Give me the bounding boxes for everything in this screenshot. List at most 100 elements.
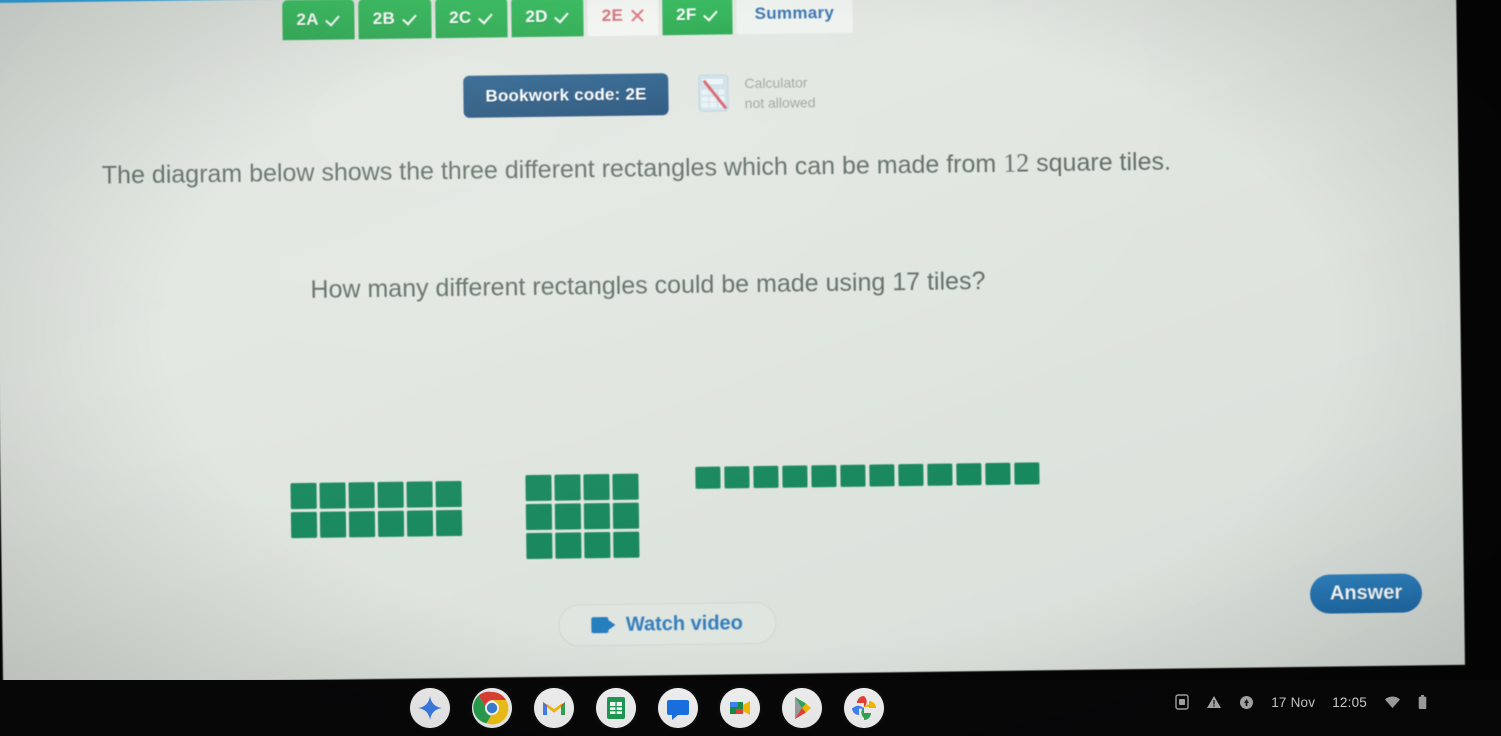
tab-2b[interactable]: 2B bbox=[358, 0, 432, 40]
warning-triangle-icon[interactable] bbox=[1206, 695, 1222, 709]
battery-icon[interactable] bbox=[1418, 694, 1427, 710]
question-line2-suffix: tiles? bbox=[926, 267, 986, 296]
bookwork-row: Bookwork code: 2E Calculator not allowed bbox=[463, 71, 816, 118]
tab-2a-label: 2A bbox=[296, 9, 319, 30]
tile bbox=[406, 510, 434, 537]
watch-video-button[interactable]: Watch video bbox=[558, 601, 777, 647]
tile bbox=[613, 531, 640, 558]
cross-icon bbox=[630, 8, 644, 22]
calculator-label-line2: not allowed bbox=[744, 94, 816, 112]
answer-button-label: Answer bbox=[1329, 581, 1403, 605]
tab-summary-label: Summary bbox=[754, 3, 835, 24]
system-tray[interactable]: 17 Nov 12:05 bbox=[1175, 694, 1427, 710]
tile bbox=[526, 532, 553, 560]
tile bbox=[695, 466, 721, 489]
question-prompt: How many different rectangles could be m… bbox=[148, 265, 1148, 307]
play-store-icon[interactable] bbox=[782, 688, 822, 728]
shelf-app-list bbox=[410, 688, 884, 728]
answer-button[interactable]: Answer bbox=[1309, 573, 1423, 614]
question-line2-text: How many different rectangles could be m… bbox=[310, 268, 886, 304]
rectangle-diagrams bbox=[0, 441, 1464, 590]
tile bbox=[927, 463, 953, 486]
tile bbox=[435, 509, 463, 537]
question-tile-count-17: 17 bbox=[892, 267, 921, 297]
tile bbox=[724, 466, 750, 489]
question-line1-suffix: square tiles. bbox=[1035, 147, 1172, 178]
tile bbox=[840, 464, 866, 487]
watch-video-label: Watch video bbox=[625, 611, 744, 636]
tray-time[interactable]: 12:05 bbox=[1332, 695, 1367, 710]
sparx-maths-page: 2A 2B 2C 2D 2E 2F Summary Bookwork code:… bbox=[0, 0, 1465, 684]
rectangle-6x2 bbox=[290, 480, 463, 539]
tile bbox=[406, 481, 433, 508]
tile bbox=[377, 481, 404, 509]
chrome-icon[interactable] bbox=[472, 688, 512, 728]
meet-icon[interactable] bbox=[720, 688, 760, 728]
check-icon bbox=[704, 7, 719, 22]
tab-2f[interactable]: 2F bbox=[661, 0, 733, 36]
tile bbox=[985, 462, 1011, 486]
tab-2e[interactable]: 2E bbox=[587, 0, 659, 37]
tile bbox=[525, 503, 553, 531]
sheets-icon[interactable] bbox=[596, 688, 636, 728]
tile bbox=[554, 503, 582, 530]
wifi-icon[interactable] bbox=[1384, 696, 1401, 709]
tab-2c[interactable]: 2C bbox=[434, 0, 508, 39]
tile bbox=[612, 473, 639, 500]
photos-icon[interactable] bbox=[844, 688, 884, 728]
bookwork-code-badge: Bookwork code: 2E bbox=[463, 73, 669, 118]
tile bbox=[555, 532, 582, 559]
question-tile-count-12: 12 bbox=[1002, 148, 1030, 178]
tile bbox=[956, 463, 982, 486]
tile bbox=[753, 465, 779, 489]
tile bbox=[435, 480, 462, 508]
tile bbox=[377, 510, 405, 538]
tab-2a[interactable]: 2A bbox=[282, 0, 356, 41]
gmail-icon[interactable] bbox=[534, 688, 574, 728]
tab-2f-label: 2F bbox=[676, 4, 697, 25]
laptop-screen: 2A 2B 2C 2D 2E 2F Summary Bookwork code:… bbox=[0, 0, 1465, 690]
tile bbox=[898, 463, 924, 487]
question-tab-strip: 2A 2B 2C 2D 2E 2F Summary bbox=[282, 0, 853, 41]
tile bbox=[290, 482, 317, 510]
check-icon bbox=[478, 10, 493, 25]
check-icon bbox=[555, 9, 570, 24]
tile bbox=[1014, 462, 1040, 485]
tile bbox=[319, 482, 346, 509]
tile bbox=[525, 474, 552, 502]
tile bbox=[583, 473, 610, 501]
device-photo: 2A 2B 2C 2D 2E 2F Summary Bookwork code:… bbox=[0, 0, 1501, 736]
tile bbox=[348, 482, 375, 509]
chromeos-shelf: 17 Nov 12:05 bbox=[0, 680, 1501, 736]
rectangle-4x3 bbox=[525, 473, 640, 560]
calculator-not-allowed-text: Calculator not allowed bbox=[744, 72, 815, 114]
calculator-not-allowed-block: Calculator not allowed bbox=[696, 71, 816, 115]
tab-2d-label: 2D bbox=[525, 6, 548, 27]
screen-capture-icon[interactable] bbox=[1175, 694, 1189, 710]
rectangle-12x1 bbox=[695, 462, 1040, 489]
tab-2d[interactable]: 2D bbox=[511, 0, 585, 38]
tile bbox=[811, 465, 837, 488]
tile bbox=[583, 502, 611, 530]
tile bbox=[319, 511, 347, 538]
tile bbox=[290, 511, 318, 539]
tile bbox=[869, 464, 895, 487]
question-statement: The diagram below shows the three differ… bbox=[86, 142, 1186, 194]
tab-2c-label: 2C bbox=[448, 7, 472, 28]
calculator-label-line1: Calculator bbox=[744, 74, 808, 91]
update-circle-icon[interactable] bbox=[1239, 695, 1254, 710]
check-icon bbox=[402, 11, 417, 26]
chat-icon[interactable] bbox=[658, 688, 698, 728]
gemini-icon[interactable] bbox=[410, 688, 450, 728]
tile bbox=[554, 474, 581, 501]
tile bbox=[782, 465, 808, 488]
tray-date[interactable]: 17 Nov bbox=[1271, 695, 1315, 710]
tab-summary[interactable]: Summary bbox=[736, 0, 853, 35]
calculator-icon bbox=[696, 72, 735, 114]
tile bbox=[584, 531, 611, 559]
video-camera-icon bbox=[591, 617, 616, 634]
tile bbox=[348, 511, 376, 538]
check-icon bbox=[326, 12, 341, 27]
tile bbox=[612, 502, 640, 529]
tab-2b-label: 2B bbox=[372, 8, 396, 29]
